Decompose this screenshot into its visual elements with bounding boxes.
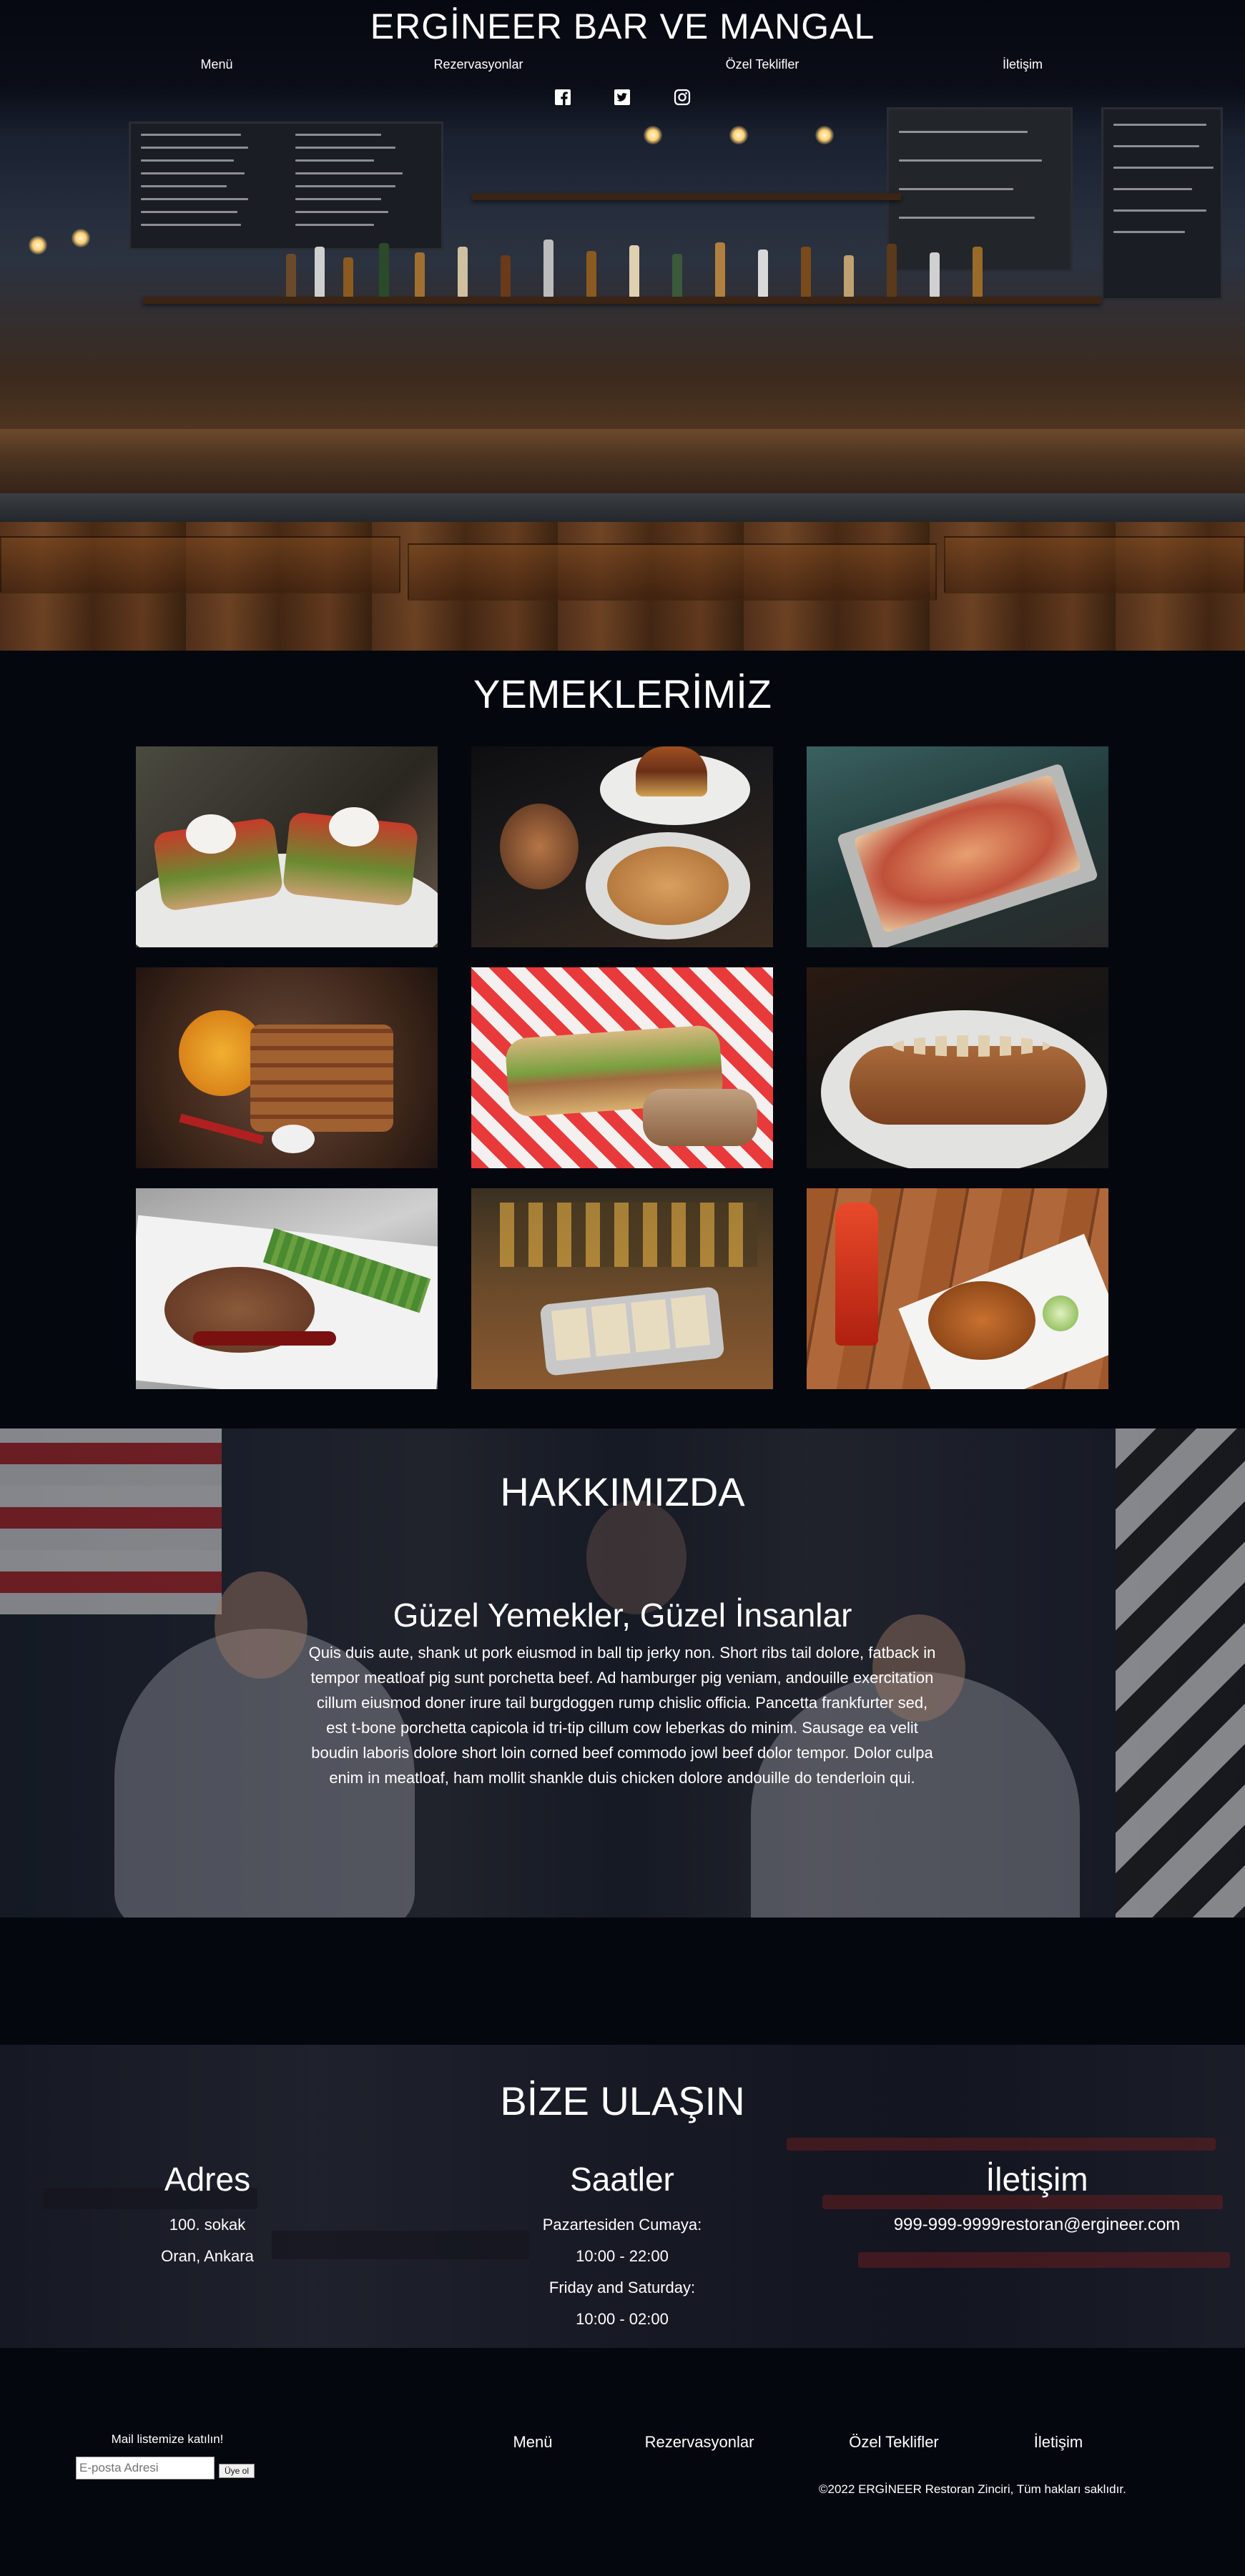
address-city: Oran, Ankara <box>161 2247 254 2265</box>
about-subtitle: Güzel Yemekler, Güzel İnsanlar <box>393 1597 852 1634</box>
footer-link-menu[interactable]: Menü <box>513 2433 552 2452</box>
beer-menu-blackboard <box>129 122 443 250</box>
ribs-on-plate-image[interactable] <box>136 967 438 1168</box>
burger-and-casserole-image[interactable] <box>471 746 773 947</box>
twitter-icon[interactable] <box>614 89 631 106</box>
hero-banner: ERGİNEER BAR VE MANGAL Menü Rezervasyonl… <box>0 0 1245 651</box>
newsletter-label: Mail listemize katılın! <box>111 2432 224 2446</box>
footer-link-reservations[interactable]: Rezervasyonlar <box>645 2433 754 2452</box>
contact-section-title: BİZE ULAŞIN <box>500 2078 745 2123</box>
facebook-icon[interactable] <box>554 89 571 106</box>
food-section-title: YEMEKLERİMİZ <box>473 671 772 716</box>
about-section-title: HAKKIMIZDA <box>500 1469 745 1514</box>
toast-with-eggs-image[interactable] <box>136 746 438 947</box>
hours-column: Saatler Pazartesiden Cumaya: 10:00 - 22:… <box>479 2159 765 2335</box>
sandwich-on-checkered-cloth-image[interactable] <box>471 967 773 1168</box>
subscribe-button[interactable]: Üye ol <box>219 2464 255 2478</box>
footer-link-special-offers[interactable]: Özel Teklifler <box>849 2433 939 2452</box>
weekend-hours: 10:00 - 02:00 <box>576 2310 669 2328</box>
coffee-menu-blackboard <box>1101 107 1223 300</box>
phone-number[interactable]: 999-999-9999 <box>894 2215 1000 2234</box>
contact-info-column: İletişim 999-999-9999restoran@ergineer.c… <box>880 2159 1194 2241</box>
nav-link-reservations[interactable]: Rezervasyonlar <box>433 57 523 72</box>
weekend-label: Friday and Saturday: <box>548 2279 696 2296</box>
weekday-label: Pazartesiden Cumaya: <box>542 2216 702 2234</box>
food-gallery <box>136 746 1108 1390</box>
nav-link-special-offers[interactable]: Özel Teklifler <box>726 57 799 72</box>
copyright-text: ©2022 ERGİNEER Restoran Zinciri, Tüm hak… <box>819 2482 1126 2496</box>
main-nav: Menü Rezervasyonlar Özel Teklifler İleti… <box>0 57 1245 74</box>
nav-link-contact[interactable]: İletişim <box>1003 57 1043 72</box>
site-title: ERGİNEER BAR VE MANGAL <box>370 6 875 46</box>
fried-wings-with-drink-image[interactable] <box>807 1188 1108 1389</box>
contact-info-heading: İletişim <box>985 2161 1088 2198</box>
address-line: 100. sokak <box>169 2216 246 2234</box>
footer-link-contact[interactable]: İletişim <box>1034 2433 1083 2452</box>
sausage-with-onion-rings-image[interactable] <box>807 967 1108 1168</box>
email-address[interactable]: restoran@ergineer.com <box>1000 2215 1180 2234</box>
pizza-on-tray-image[interactable] <box>807 746 1108 947</box>
steak-with-asparagus-image[interactable] <box>136 1188 438 1389</box>
newsletter-email-input[interactable] <box>76 2457 215 2479</box>
bottle-row <box>272 236 1101 297</box>
instagram-icon[interactable] <box>674 89 691 106</box>
nav-link-menu[interactable]: Menü <box>200 57 232 72</box>
weekday-hours: 10:00 - 22:00 <box>576 2247 669 2265</box>
hours-heading: Saatler <box>570 2161 674 2198</box>
address-column: Adres 100. sokak Oran, Ankara <box>64 2159 350 2272</box>
about-text: Quis duis aute, shank ut pork eiusmod in… <box>308 1644 936 1787</box>
tacos-on-bar-image[interactable] <box>471 1188 773 1389</box>
address-heading: Adres <box>164 2161 251 2198</box>
